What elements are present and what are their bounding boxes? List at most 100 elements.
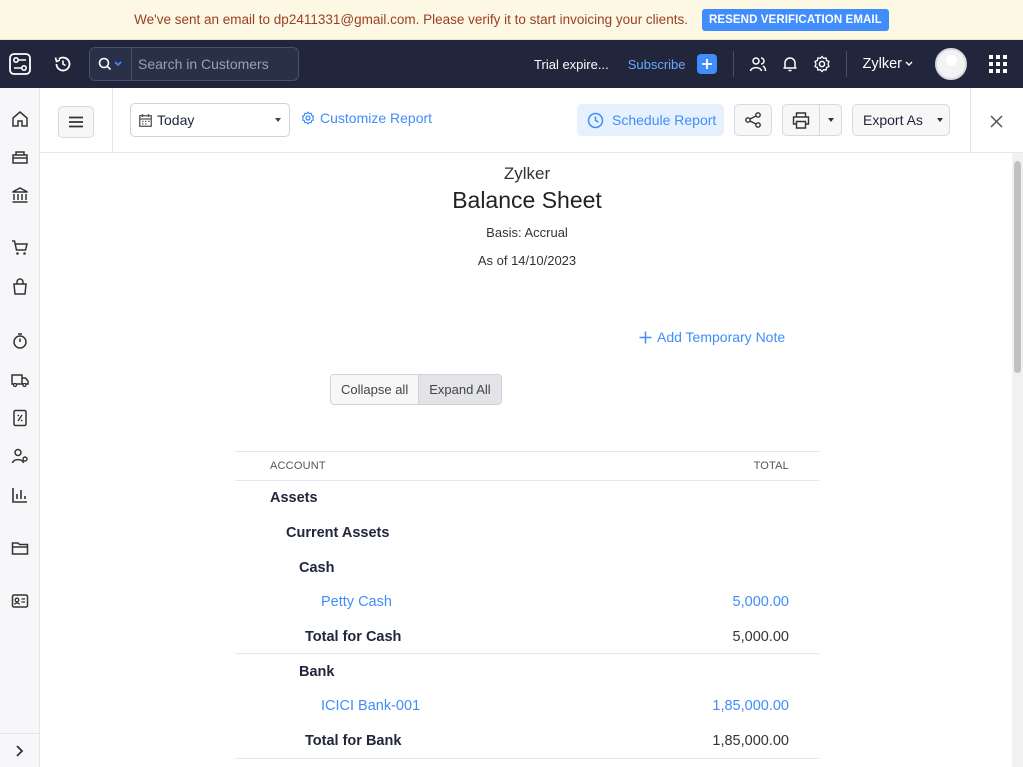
plus-icon <box>639 331 652 343</box>
expand-collapse-toggle: Collapse all Expand All <box>330 374 502 405</box>
schedule-report-button[interactable]: Schedule Report <box>577 104 724 136</box>
e-way-bills-icon[interactable] <box>0 367 40 393</box>
user-avatar[interactable] <box>935 48 967 80</box>
resend-verification-button[interactable]: RESEND VERIFICATION EMAIL <box>701 8 889 31</box>
account-name: Assets <box>270 490 318 507</box>
items-icon[interactable] <box>0 144 40 170</box>
app-launcher-grid-icon[interactable] <box>983 40 1013 88</box>
date-range-select[interactable]: Today <box>130 103 290 137</box>
search-bar[interactable]: Search in Customers <box>89 47 299 81</box>
report-organization: Zylker <box>503 164 551 183</box>
total-column-header: TOTAL <box>753 460 789 472</box>
chevron-down-icon <box>905 61 913 66</box>
gst-filing-icon[interactable] <box>0 405 40 431</box>
subscribe-link[interactable]: Subscribe <box>628 57 686 72</box>
report-basis: Basis: Accrual <box>486 225 568 240</box>
app-logo-icon[interactable] <box>0 40 40 88</box>
settings-gear-icon[interactable] <box>806 40 838 88</box>
print-options-dropdown[interactable] <box>820 105 841 135</box>
schedule-report-label: Schedule Report <box>612 112 717 128</box>
account-amount: 1,85,000.00 <box>712 732 789 749</box>
verification-banner: We've sent an email to dp2411331@gmail.c… <box>0 0 1023 40</box>
report-menu-button[interactable] <box>58 106 94 138</box>
add-temporary-note-label: Add Temporary Note <box>657 329 786 345</box>
chevron-right-icon <box>16 744 24 757</box>
print-button-group <box>782 104 842 136</box>
caret-down-icon <box>827 118 834 122</box>
trial-expiry-text[interactable]: Trial expire... <box>534 57 609 72</box>
close-report-button[interactable] <box>987 112 1005 130</box>
vertical-scrollbar[interactable] <box>1012 153 1023 767</box>
caret-down-icon <box>275 118 281 122</box>
share-icon <box>745 112 761 128</box>
print-button[interactable] <box>783 105 820 135</box>
toolbar-divider <box>112 88 113 153</box>
table-total-row: Total for Cash 5,000.00 <box>235 620 819 655</box>
toolbar-divider <box>970 88 971 153</box>
table-header: ACCOUNT TOTAL <box>235 451 819 481</box>
hamburger-menu-icon <box>69 116 83 128</box>
caret-down-icon <box>936 118 943 122</box>
sales-icon[interactable] <box>0 235 40 261</box>
top-navbar: Search in Customers Trial expire... Subs… <box>0 40 1023 88</box>
share-button[interactable] <box>734 104 772 136</box>
verification-message: We've sent an email to dp2411331@gmail.c… <box>134 12 688 27</box>
scrollbar-thumb[interactable] <box>1014 161 1021 373</box>
referral-icon[interactable] <box>742 40 774 88</box>
purchases-icon[interactable] <box>0 274 40 300</box>
gear-icon <box>301 111 315 125</box>
quick-create-button[interactable] <box>696 54 717 74</box>
notifications-bell-icon[interactable] <box>774 40 806 88</box>
account-name[interactable]: Petty Cash <box>321 594 392 610</box>
expand-all-button[interactable]: Expand All <box>418 375 501 404</box>
export-as-label: Export As <box>863 112 923 128</box>
search-category-dropdown[interactable] <box>90 48 132 80</box>
search-input[interactable]: Search in Customers <box>132 56 269 72</box>
home-icon[interactable] <box>0 106 40 132</box>
balance-sheet-table: ACCOUNT TOTAL Assets Current Assets Cash Pe… <box>235 451 819 759</box>
account-group-row: Current Assets <box>235 516 819 551</box>
account-amount[interactable]: 1,85,000.00 <box>712 698 789 714</box>
account-row[interactable]: Petty Cash 5,000.00 <box>235 585 819 620</box>
account-group-row: Cash <box>235 550 819 585</box>
account-name[interactable]: ICICI Bank-001 <box>321 698 420 714</box>
account-column-header: ACCOUNT <box>270 460 326 472</box>
banking-icon[interactable] <box>0 182 40 208</box>
report-content: Zylker Balance Sheet Basis: Accrual As o… <box>40 153 1012 767</box>
expand-sidebar-button[interactable] <box>0 733 40 767</box>
organization-name: Zylker <box>862 56 902 72</box>
export-as-dropdown[interactable]: Export As <box>852 104 950 136</box>
report-title: Balance Sheet <box>452 187 602 213</box>
account-name: Total for Bank <box>305 732 402 749</box>
calendar-icon <box>139 113 152 127</box>
customize-report-label: Customize Report <box>320 110 433 126</box>
clock-icon <box>587 112 604 128</box>
account-name: Current Assets <box>286 525 390 542</box>
documents-icon[interactable] <box>0 535 40 561</box>
time-tracking-icon[interactable] <box>0 328 40 354</box>
nav-divider <box>732 51 734 77</box>
close-icon <box>989 114 1003 128</box>
account-row[interactable]: ICICI Bank-001 1,85,000.00 <box>235 689 819 724</box>
account-group-row: Assets <box>235 481 819 516</box>
recent-history-icon[interactable] <box>40 40 86 88</box>
account-group-row: Bank <box>235 654 819 689</box>
search-icon <box>98 57 122 71</box>
printer-icon <box>792 111 810 129</box>
account-amount[interactable]: 5,000.00 <box>733 594 789 610</box>
reports-icon[interactable] <box>0 482 40 508</box>
account-name: Cash <box>299 559 335 576</box>
payroll-icon[interactable] <box>0 588 40 614</box>
add-temporary-note-link[interactable]: Add Temporary Note <box>639 329 785 345</box>
organization-switcher[interactable]: Zylker <box>863 56 913 72</box>
customize-report-link[interactable]: Customize Report <box>301 110 432 126</box>
date-range-value: Today <box>157 112 195 128</box>
table-total-row: Total for Bank 1,85,000.00 <box>235 724 819 759</box>
accountant-icon[interactable] <box>0 443 40 469</box>
report-as-of-date: As of 14/10/2023 <box>477 253 577 268</box>
report-toolbar: Today Customize Report Schedule Report E… <box>40 88 1023 153</box>
account-name: Bank <box>299 663 335 680</box>
collapse-all-button[interactable]: Collapse all <box>331 375 419 404</box>
nav-divider <box>845 51 847 77</box>
account-amount: 5,000.00 <box>732 628 789 645</box>
